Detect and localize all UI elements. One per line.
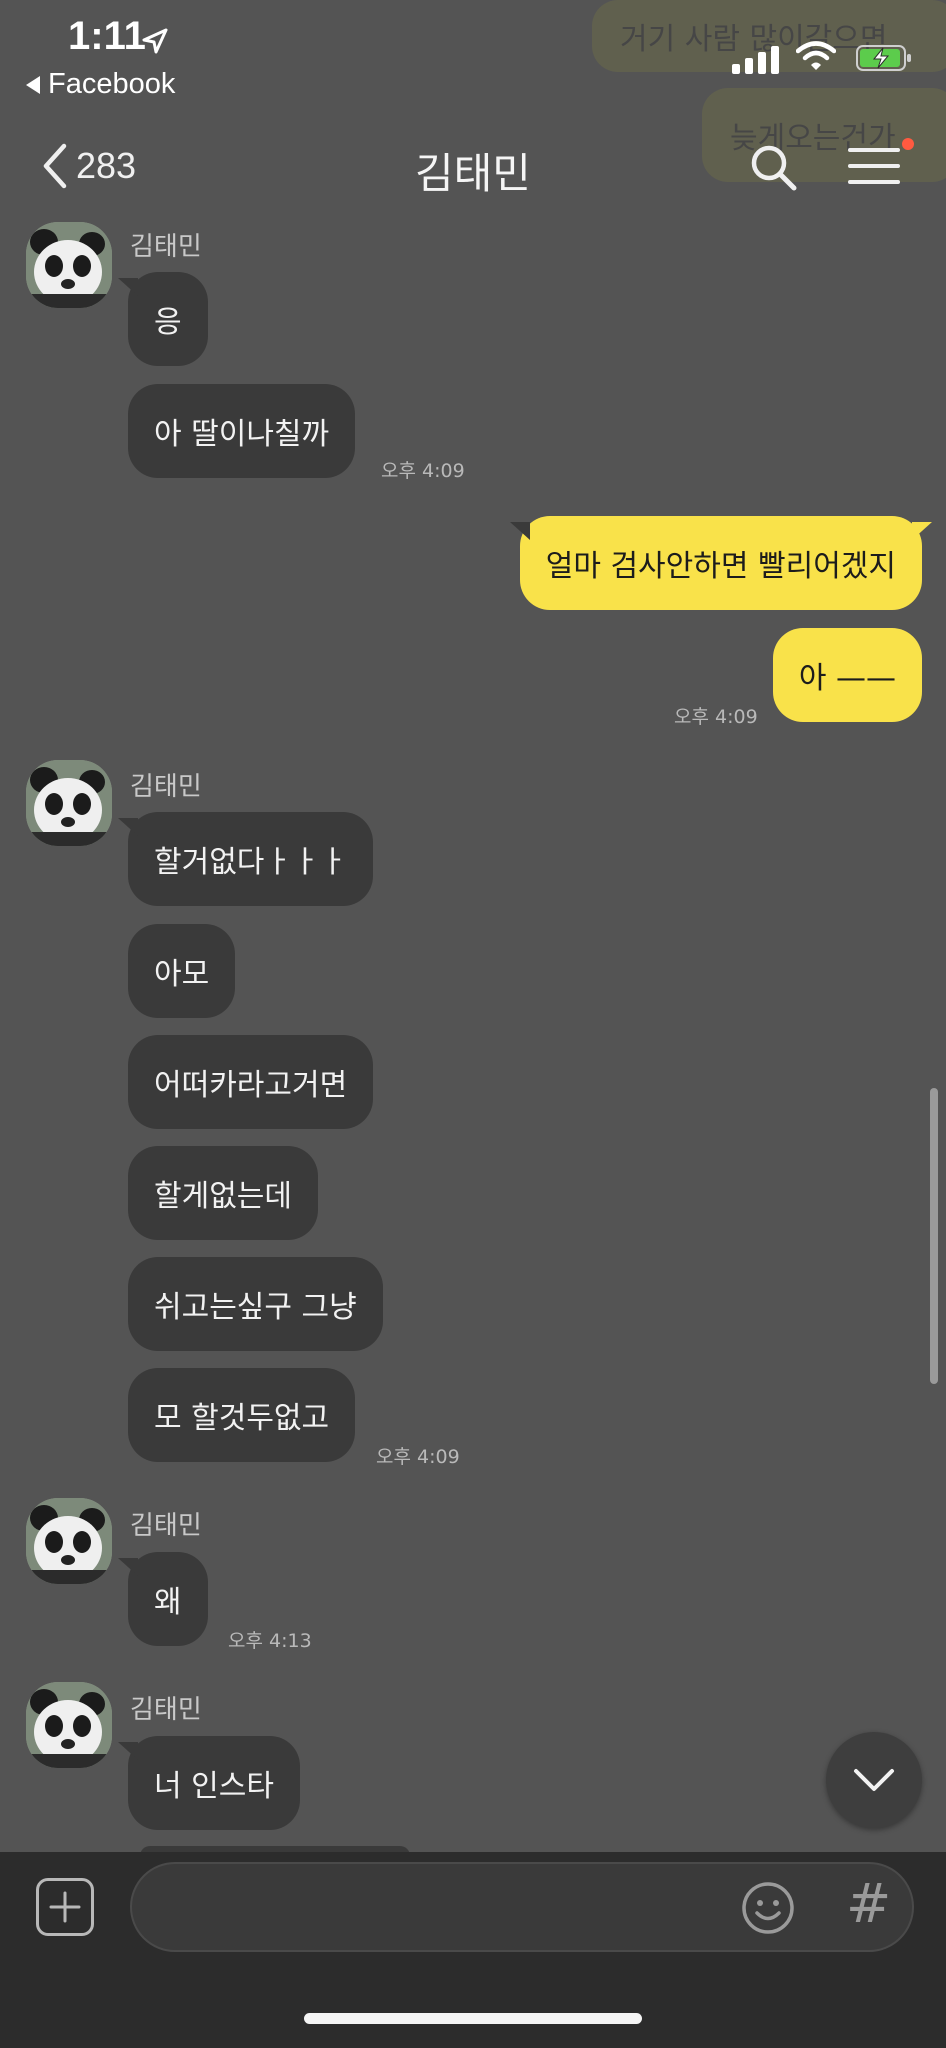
sender-name: 김태민 xyxy=(130,1511,202,1541)
avatar[interactable] xyxy=(26,760,112,846)
message-input[interactable] xyxy=(130,1862,914,1952)
timestamp: 오후 4:13 xyxy=(228,1630,312,1652)
location-arrow-icon xyxy=(142,28,168,54)
battery-charging-icon xyxy=(856,45,911,71)
timestamp: 오후 4:09 xyxy=(381,460,465,482)
search-icon[interactable] xyxy=(748,142,798,192)
back-app-label: Facebook xyxy=(48,68,176,100)
back-button[interactable]: 283 xyxy=(40,142,136,190)
avatar[interactable] xyxy=(26,1498,112,1584)
back-to-app-link[interactable]: Facebook xyxy=(26,68,175,101)
chevron-left-icon xyxy=(43,143,67,189)
timestamp: 오후 4:09 xyxy=(376,1446,460,1468)
chevron-down-icon xyxy=(854,1769,894,1791)
panda-avatar-image xyxy=(26,1498,112,1584)
sender-name: 김태민 xyxy=(130,1695,202,1725)
message-bubble[interactable]: 쉬고는싶구 그냥 xyxy=(128,1257,383,1351)
status-time: 1:11 xyxy=(68,14,146,58)
message-text: 모 할것두없고 xyxy=(154,1401,330,1436)
back-triangle-icon xyxy=(26,75,40,94)
scroll-to-bottom-button[interactable] xyxy=(826,1732,922,1828)
message-bubble[interactable]: 어떠카라고거면 xyxy=(128,1035,374,1129)
my-message-bubble[interactable]: 아 —— xyxy=(772,628,922,722)
message-text: 얼마 검사안하면 빨리어겠지 xyxy=(545,549,896,584)
message-text: 어떠카라고거면 xyxy=(154,1068,348,1103)
avatar[interactable] xyxy=(26,1682,112,1768)
menu-icon[interactable] xyxy=(848,146,900,186)
message-bubble[interactable]: 응 xyxy=(118,272,208,366)
message-text: 너 인스타 xyxy=(154,1769,274,1804)
message-bubble[interactable]: 할게없는데 xyxy=(128,1146,318,1240)
message-bubble[interactable]: 왜 xyxy=(118,1552,208,1646)
message-text: 쉬고는싶구 그냥 xyxy=(154,1290,357,1325)
emoji-icon[interactable] xyxy=(740,1880,796,1936)
wifi-icon xyxy=(796,41,836,70)
add-attachment-button[interactable] xyxy=(36,1878,94,1936)
message-text: 아모 xyxy=(154,957,210,992)
ghost-bubble: 늦게오는건가 xyxy=(702,88,946,182)
panda-avatar-image xyxy=(26,222,112,308)
panda-avatar-image xyxy=(26,1682,112,1768)
signal-icon xyxy=(732,46,779,74)
message-bubble[interactable]: 너 인스타 xyxy=(118,1736,300,1830)
message-bubble[interactable]: 할거없다ㅏㅏㅏ xyxy=(117,812,374,906)
message-text: 할거없다ㅏㅏㅏ xyxy=(154,845,348,880)
message-text: 할게없는데 xyxy=(154,1179,292,1214)
sender-name: 김태민 xyxy=(130,232,202,262)
message-text: 응 xyxy=(154,305,182,340)
notification-dot xyxy=(902,138,914,150)
scrollbar[interactable] xyxy=(930,1088,938,1384)
message-text: 아 딸이나칠까 xyxy=(154,417,330,452)
message-bubble[interactable]: 아 딸이나칠까 xyxy=(128,384,356,478)
plus-icon xyxy=(49,1891,81,1923)
hashtag-icon[interactable]: # xyxy=(846,1872,891,1935)
timestamp: 오후 4:09 xyxy=(674,706,758,728)
sender-name: 김태민 xyxy=(130,772,202,802)
avatar[interactable] xyxy=(26,222,112,308)
unread-count: 283 xyxy=(76,145,137,186)
home-indicator[interactable] xyxy=(304,2013,642,2024)
message-bubble[interactable]: 모 할것두없고 xyxy=(128,1368,356,1462)
message-text: 왜 xyxy=(154,1585,182,1620)
panda-avatar-image xyxy=(26,760,112,846)
my-message-bubble[interactable]: 얼마 검사안하면 빨리어겠지 xyxy=(509,516,933,610)
message-text: 아 —— xyxy=(798,661,896,696)
message-bubble[interactable]: 아모 xyxy=(128,924,236,1018)
